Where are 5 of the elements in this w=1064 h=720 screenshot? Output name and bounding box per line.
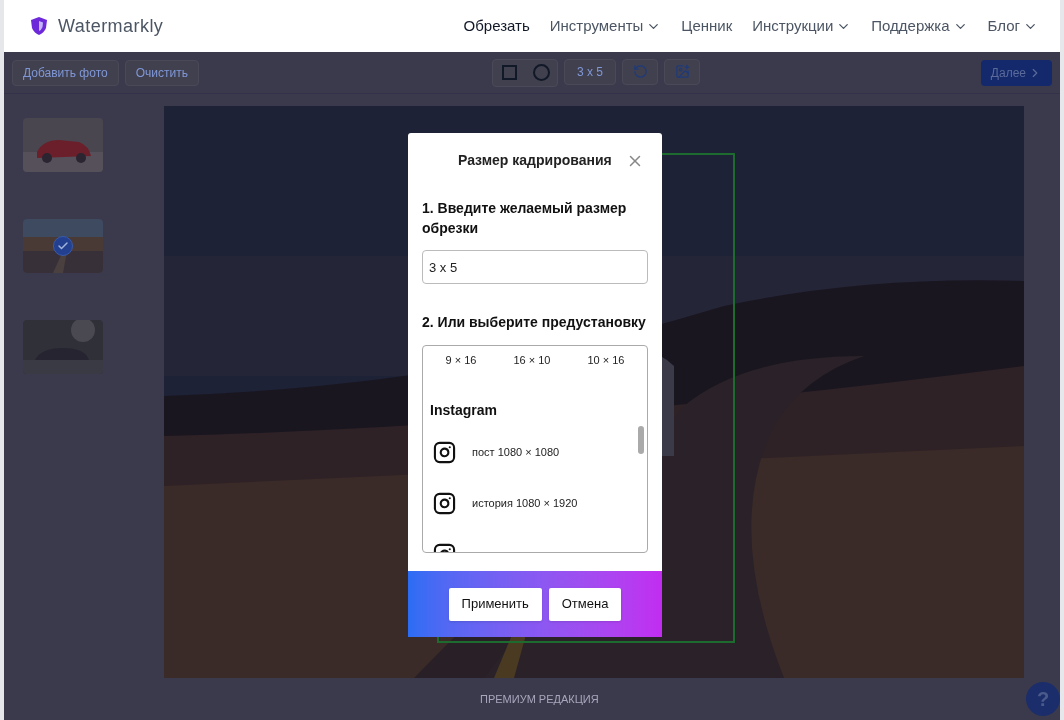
group-heading: Instagram xyxy=(430,400,498,420)
premium-label: ПРЕМИУМ РЕДАКЦИЯ xyxy=(480,691,599,707)
dialog-title: Размер кадрирования xyxy=(458,151,612,170)
step-label: 2. Или выберите предустановку xyxy=(422,313,647,332)
step-label: 1. Введите желаемый размер обрезки xyxy=(422,199,628,238)
